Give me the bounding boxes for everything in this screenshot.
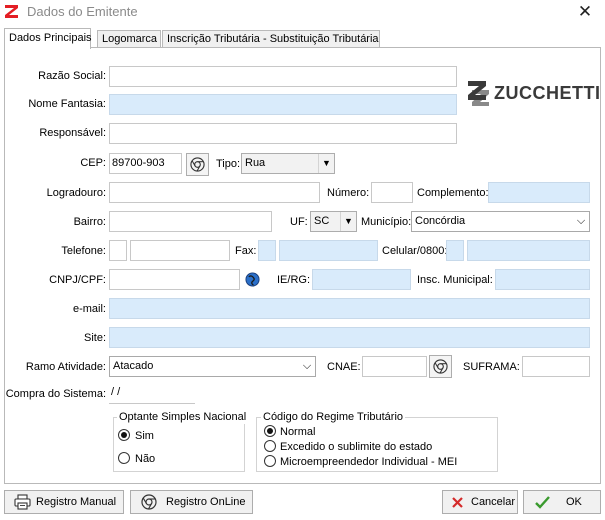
regime-tributario-group: Código do Regime Tributário Normal Exced…	[256, 410, 498, 472]
municipio-select[interactable]: Concórdia ⌵	[411, 211, 590, 232]
ie-rg-label: IE/RG:	[277, 274, 311, 286]
simples-nao-radio[interactable]	[118, 452, 130, 464]
registro-online-label: Registro OnLine	[166, 496, 246, 508]
fax-ddd-input[interactable]	[258, 240, 276, 261]
tab-logomarca[interactable]: Logomarca	[97, 30, 161, 48]
insc-municipal-input[interactable]	[495, 269, 590, 290]
ramo-atividade-select-value: Atacado	[113, 360, 154, 372]
regime-normal-radio[interactable]	[264, 425, 276, 437]
complemento-label: Complemento:	[417, 187, 489, 199]
zucchetti-logo-text: ZUCCHETTI	[494, 83, 601, 103]
fax-input[interactable]	[279, 240, 378, 261]
chevron-down-icon: ⌵	[302, 360, 312, 372]
tipo-select[interactable]: Rua ▼	[241, 153, 335, 174]
numero-label: Número:	[327, 187, 370, 199]
celular-ddd-input[interactable]	[446, 240, 464, 261]
ie-rg-input[interactable]	[312, 269, 411, 290]
compra-sistema-input[interactable]: / /	[109, 383, 195, 404]
razao-social-label: Razão Social:	[38, 70, 106, 82]
regime-excedido-radio[interactable]	[264, 440, 276, 452]
chrome-globe-icon	[190, 157, 205, 172]
cnae-label: CNAE:	[327, 361, 361, 373]
zucchetti-app-icon	[5, 5, 18, 18]
insc-municipal-label: Insc. Municipal:	[417, 274, 493, 286]
logradouro-input[interactable]	[109, 182, 320, 203]
chevron-down-icon: ▼	[318, 154, 334, 173]
complemento-input[interactable]	[488, 182, 590, 203]
close-button[interactable]: ✕	[573, 1, 597, 23]
email-input[interactable]	[109, 298, 590, 319]
cnae-input[interactable]	[362, 356, 427, 377]
registro-manual-button[interactable]: Registro Manual	[4, 490, 124, 514]
checkmark-icon	[535, 496, 550, 509]
regime-mei-label: Microempreendedor Individual - MEI	[280, 456, 458, 468]
tipo-label: Tipo:	[216, 158, 241, 170]
zucchetti-logo: ZUCCHETTI	[466, 78, 600, 108]
site-label: Site:	[83, 332, 106, 344]
compra-sistema-label: Compra do Sistema:	[5, 388, 106, 400]
municipio-select-value: Concórdia	[415, 215, 466, 227]
globe-icon[interactable]	[245, 272, 260, 287]
cnae-search-button[interactable]	[429, 355, 452, 378]
zucchetti-logo-icon	[468, 81, 489, 106]
celular-input[interactable]	[467, 240, 590, 261]
simples-nao-label: Não	[135, 453, 156, 465]
tab-inscricao-tributaria[interactable]: Inscrição Tributária - Substituição Trib…	[162, 30, 380, 48]
tipo-select-value: Rua	[245, 157, 266, 169]
chrome-globe-icon	[141, 494, 157, 510]
fax-label: Fax:	[235, 245, 257, 257]
chevron-down-icon: ▼	[340, 212, 356, 231]
regime-normal-label: Normal	[280, 426, 316, 438]
chrome-globe-icon	[433, 359, 448, 374]
telefone-input[interactable]	[130, 240, 230, 261]
cep-input[interactable]: 89700-903	[109, 153, 182, 174]
telefone-label: Telefone:	[61, 245, 106, 257]
simples-sim-label: Sim	[135, 430, 154, 442]
cnpj-cpf-label: CNPJ/CPF:	[49, 274, 106, 286]
bairro-label: Bairro:	[73, 216, 106, 228]
uf-select-value: SC	[314, 215, 330, 227]
title-bar: Dados do Emitente ✕	[0, 0, 605, 26]
numero-input[interactable]	[371, 182, 413, 203]
ok-label: OK	[566, 496, 582, 508]
ramo-atividade-label: Ramo Atividade:	[25, 361, 106, 373]
nome-fantasia-label: Nome Fantasia:	[28, 98, 106, 110]
ramo-atividade-select[interactable]: Atacado ⌵	[109, 356, 316, 377]
responsavel-label: Responsável:	[39, 127, 106, 139]
simples-nacional-title: Optante Simples Nacional	[117, 410, 249, 424]
celular-label: Celular/0800:	[382, 245, 448, 257]
close-icon	[452, 497, 463, 508]
regime-mei-radio[interactable]	[264, 455, 276, 467]
printer-icon	[14, 494, 31, 510]
telefone-ddd-input[interactable]	[109, 240, 127, 261]
simples-nacional-group: Optante Simples Nacional Sim Não	[113, 410, 249, 472]
chevron-down-icon: ⌵	[576, 215, 586, 227]
regime-tributario-title: Código do Regime Tributário	[261, 410, 406, 424]
site-input[interactable]	[109, 327, 590, 348]
cancelar-label: Cancelar	[471, 496, 516, 508]
nome-fantasia-input[interactable]	[109, 94, 457, 115]
cancelar-button[interactable]: Cancelar	[442, 490, 518, 514]
registro-manual-label: Registro Manual	[36, 496, 117, 508]
suframa-input[interactable]	[522, 356, 590, 377]
regime-excedido-label: Excedido o sublimite do estado	[280, 441, 433, 453]
cep-search-button[interactable]	[186, 153, 209, 176]
cep-label: CEP:	[80, 157, 106, 169]
logradouro-label: Logradouro:	[46, 187, 106, 199]
email-label: e-mail:	[72, 303, 106, 315]
registro-online-button[interactable]: Registro OnLine	[130, 490, 253, 514]
tab-dados-principais[interactable]: Dados Principais	[4, 28, 92, 49]
window-title: Dados do Emitente	[27, 4, 138, 19]
uf-select[interactable]: SC ▼	[310, 211, 357, 232]
municipio-label: Município:	[361, 216, 412, 228]
responsavel-input[interactable]	[109, 123, 457, 144]
razao-social-input[interactable]	[109, 66, 457, 87]
uf-label: UF:	[290, 216, 308, 228]
suframa-label: SUFRAMA:	[463, 361, 520, 373]
bairro-input[interactable]	[109, 211, 272, 232]
simples-sim-radio[interactable]	[118, 429, 130, 441]
ok-button[interactable]: OK	[523, 490, 601, 514]
cnpj-cpf-input[interactable]	[109, 269, 240, 290]
